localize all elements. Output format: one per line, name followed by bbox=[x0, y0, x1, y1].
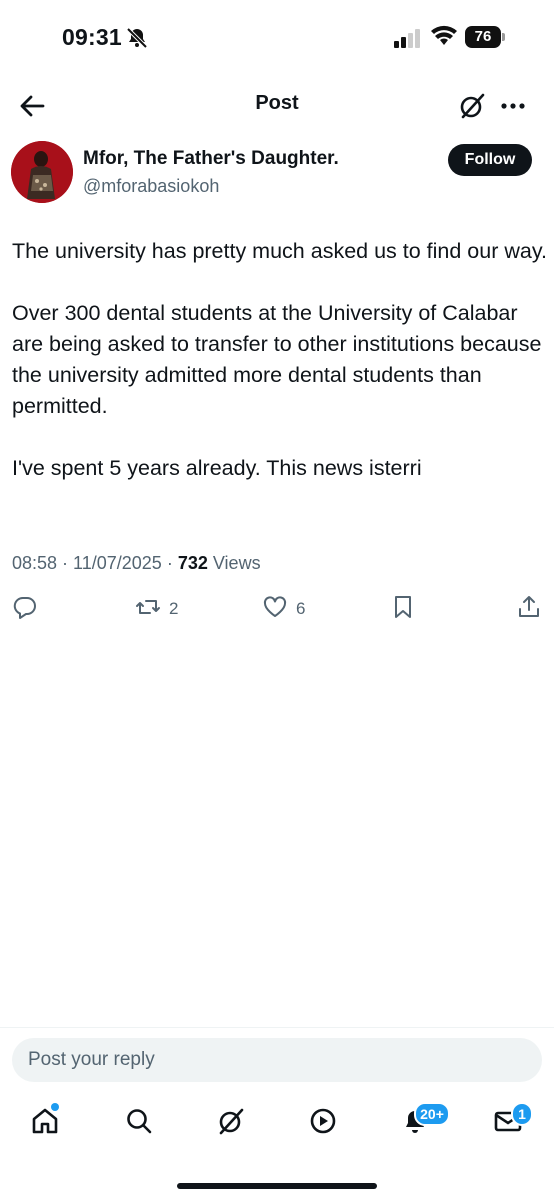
repost-button[interactable]: 2 bbox=[135, 594, 178, 624]
bookmark-button[interactable] bbox=[390, 594, 416, 624]
post-date[interactable]: 11/07/2025 bbox=[73, 553, 162, 573]
play-icon bbox=[308, 1108, 338, 1140]
repost-count: 2 bbox=[169, 599, 179, 618]
nav-grok[interactable] bbox=[216, 1106, 250, 1140]
status-bar: 09:31 76 bbox=[0, 0, 554, 78]
post-meta: 08:58 · 11/07/2025 · 732 Views bbox=[12, 553, 261, 573]
notifications-badge: 20+ bbox=[414, 1102, 450, 1126]
battery-tip bbox=[502, 33, 505, 41]
messages-badge: 1 bbox=[511, 1102, 533, 1126]
bookmark-icon bbox=[390, 594, 416, 625]
like-button[interactable]: 6 bbox=[262, 594, 305, 624]
avatar[interactable] bbox=[11, 141, 73, 203]
follow-button[interactable]: Follow bbox=[448, 144, 532, 176]
reply-icon bbox=[12, 594, 38, 625]
reply-placeholder: Post your reply bbox=[28, 1049, 155, 1070]
nav-search[interactable] bbox=[124, 1106, 158, 1140]
nav-video[interactable] bbox=[308, 1106, 342, 1140]
battery-level: 76 bbox=[465, 26, 501, 48]
more-options-icon[interactable] bbox=[498, 92, 528, 120]
grok-icon[interactable] bbox=[458, 92, 486, 120]
post-actions: 2 6 bbox=[0, 594, 554, 626]
nav-notifications[interactable]: 20+ bbox=[400, 1102, 450, 1140]
status-time: 09:31 bbox=[62, 24, 122, 50]
home-icon bbox=[30, 1108, 60, 1140]
home-notification-dot bbox=[51, 1103, 59, 1111]
post-body: The university has pretty much asked us … bbox=[12, 236, 547, 515]
reply-divider bbox=[0, 1027, 554, 1028]
post-paragraph: Over 300 dental students at the Universi… bbox=[12, 301, 542, 418]
grok-icon bbox=[216, 1108, 246, 1140]
post-paragraph: The university has pretty much asked us … bbox=[12, 239, 547, 263]
home-indicator bbox=[177, 1183, 377, 1189]
search-icon bbox=[124, 1109, 154, 1140]
views-label: Views bbox=[212, 553, 261, 573]
post-paragraph: I've spent 5 years already. This news is… bbox=[12, 456, 422, 480]
nav-home[interactable] bbox=[30, 1103, 64, 1140]
views-count: 732 bbox=[177, 553, 208, 573]
author-name[interactable]: Mfor, The Father's Daughter. bbox=[83, 148, 339, 170]
repost-icon bbox=[135, 594, 161, 625]
bottom-nav: 20+ 1 bbox=[0, 1100, 554, 1150]
battery-icon: 76 bbox=[465, 26, 507, 48]
share-icon bbox=[516, 594, 542, 625]
author-handle[interactable]: @mforabasiokoh bbox=[83, 176, 219, 197]
bell-muted-icon bbox=[125, 26, 149, 50]
wifi-icon bbox=[430, 25, 458, 47]
heart-icon bbox=[262, 594, 288, 625]
reply-input[interactable]: Post your reply bbox=[12, 1038, 542, 1082]
like-count: 6 bbox=[296, 599, 306, 618]
post-time[interactable]: 08:58 bbox=[12, 553, 57, 573]
nav-messages[interactable]: 1 bbox=[493, 1102, 533, 1140]
reply-button[interactable] bbox=[12, 594, 38, 624]
post-header: Post bbox=[0, 78, 554, 134]
cellular-signal-icon bbox=[393, 28, 423, 48]
share-button[interactable] bbox=[516, 594, 542, 624]
